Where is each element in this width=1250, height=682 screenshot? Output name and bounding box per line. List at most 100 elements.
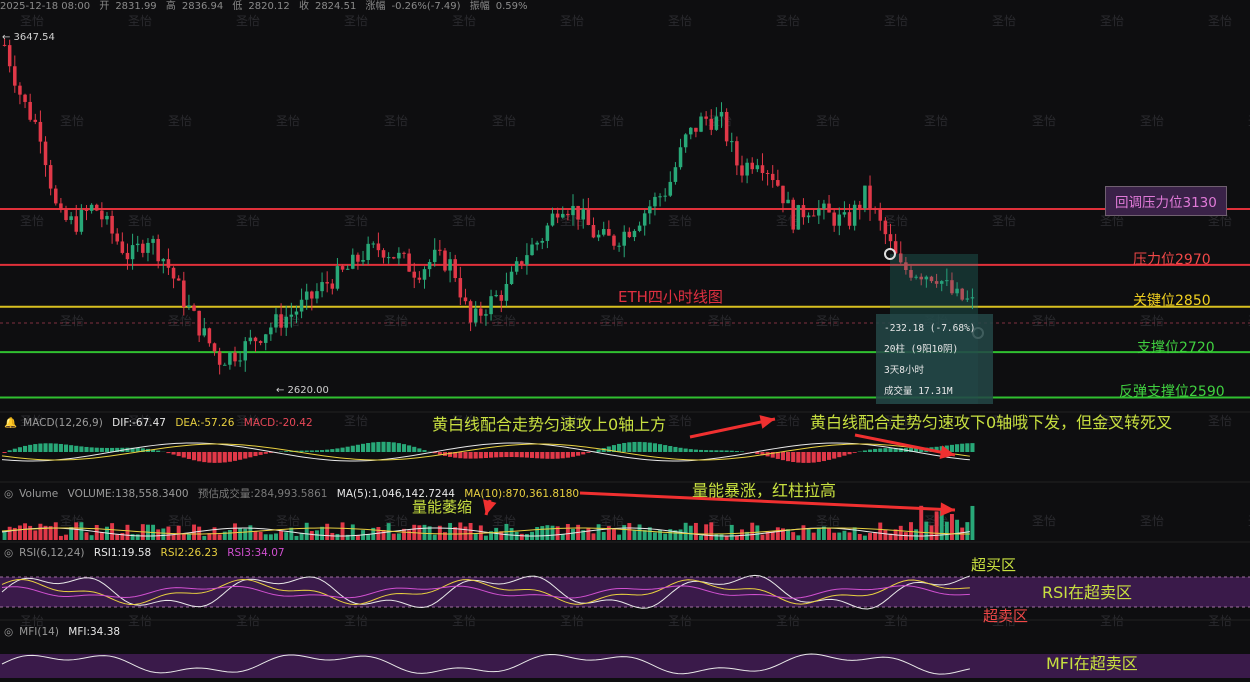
watermark: 圣怡	[344, 214, 368, 228]
macd-bar	[314, 450, 320, 452]
candle-body	[135, 243, 140, 246]
volume-bar	[422, 524, 427, 540]
volume-ma10: MA(10):870,361.8180	[464, 488, 580, 500]
gear-icon-mfi[interactable]: ◎	[4, 626, 13, 638]
volume-bar	[233, 523, 237, 540]
candle-body	[120, 241, 125, 253]
candle-body	[550, 213, 555, 226]
candle-body	[100, 210, 104, 220]
macd-bar	[955, 444, 960, 452]
volume-bar	[289, 527, 294, 540]
macd-bar	[94, 447, 99, 452]
candle-body	[351, 254, 355, 269]
macd-bar	[63, 444, 69, 452]
measure-bars: 20柱 (9阳10阴)	[884, 344, 959, 355]
volume-bar	[268, 534, 273, 540]
volume-bar	[949, 514, 954, 540]
candle-body	[33, 119, 38, 122]
candle-body	[94, 204, 99, 211]
macd-bar	[673, 446, 678, 452]
candle-body	[509, 271, 514, 284]
watermark: 圣怡	[992, 14, 1016, 28]
volume-bar	[914, 529, 919, 540]
candle-body	[755, 165, 760, 170]
candle-body	[719, 111, 724, 117]
macd-bar	[340, 447, 345, 452]
macd-bar	[238, 452, 243, 460]
candle-body	[555, 213, 560, 218]
volume-bar	[729, 524, 734, 540]
candle-body	[284, 316, 288, 328]
macd-bar	[852, 452, 857, 453]
volume-bar	[217, 534, 222, 540]
candle-body	[801, 205, 806, 218]
gear-icon[interactable]: ◎	[4, 547, 13, 559]
candle-body	[612, 235, 616, 246]
volume-bar	[28, 525, 33, 540]
candle-body	[176, 278, 181, 281]
macd-bar	[581, 452, 586, 455]
macd-bar	[22, 445, 28, 452]
macd-header: 🔔 MACD(12,26,9) DIF:-67.47 DEA:-57.26 MAC…	[4, 416, 319, 429]
volume-bar	[924, 521, 929, 540]
candle-body	[294, 311, 299, 315]
volume-bar	[161, 528, 166, 540]
candle-body	[38, 121, 43, 142]
candle-body	[356, 254, 360, 262]
candle-body	[704, 116, 708, 119]
candle-body	[473, 308, 478, 323]
level-label-2970: 压力位2970	[1133, 252, 1211, 268]
candle-body	[817, 208, 821, 216]
macd-bar	[791, 452, 796, 462]
macd-bar	[468, 452, 473, 459]
candle-body	[484, 314, 488, 316]
candle-body	[699, 116, 703, 132]
macd-bar	[826, 452, 832, 460]
macd-bar	[647, 442, 652, 452]
macd-bar	[176, 452, 181, 457]
macd-bar	[801, 452, 806, 463]
candle-body	[586, 209, 591, 225]
macd-bar	[181, 452, 186, 458]
candle-body	[822, 203, 826, 209]
measure-volume: 成交量 17.31M	[884, 386, 953, 397]
watermark: 圣怡	[1208, 214, 1232, 228]
macd-bar	[171, 452, 176, 455]
macd-bar	[811, 452, 816, 463]
macd-bar	[739, 451, 745, 452]
candle-body	[581, 209, 585, 220]
macd-bar	[816, 452, 821, 462]
macd-bar	[407, 445, 412, 452]
volume-bar	[704, 524, 709, 540]
macd-bar	[376, 441, 381, 452]
macd-bar	[709, 450, 714, 452]
volume-bar	[263, 534, 268, 540]
macd-bar	[867, 449, 873, 452]
macd-bar	[698, 449, 704, 452]
volume-bar	[304, 522, 309, 540]
macd-bar	[320, 450, 325, 452]
macd-bar	[386, 441, 391, 452]
watermark: 圣怡	[60, 314, 84, 328]
candle-body	[714, 116, 719, 130]
candle-body	[13, 66, 17, 86]
watermark: 圣怡	[992, 214, 1016, 228]
bell-icon[interactable]: 🔔	[4, 417, 17, 429]
eye-icon[interactable]: ◎	[4, 488, 13, 500]
watermark: 圣怡	[884, 214, 908, 228]
volume-bar	[391, 533, 396, 540]
candle-body	[125, 252, 130, 260]
candle-body	[632, 230, 637, 238]
watermark: 圣怡	[452, 14, 476, 28]
watermark: 圣怡	[60, 114, 84, 128]
watermark: 圣怡	[708, 314, 732, 328]
macd-bar	[412, 446, 417, 452]
macd-bar	[483, 452, 488, 459]
volume-bar	[740, 529, 744, 540]
volume-bar	[944, 521, 949, 540]
watermark: 圣怡	[236, 14, 260, 28]
chart-title: ETH四小时线图	[618, 288, 723, 306]
candle-body	[28, 101, 32, 120]
level-label-3130: 回调压力位3130	[1105, 186, 1227, 216]
volume-bar	[120, 533, 125, 540]
